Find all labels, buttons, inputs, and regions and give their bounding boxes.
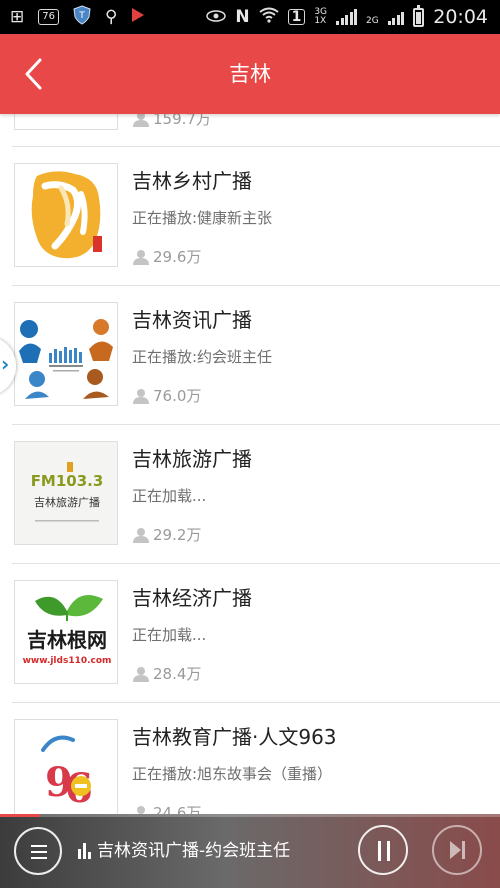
- now-playing-status: 正在播放:约会班主任: [132, 348, 273, 366]
- pause-button[interactable]: [358, 825, 408, 875]
- header-bar: 吉林: [0, 34, 500, 114]
- news-broadcast-logo: [15, 303, 117, 405]
- svg-text:FM103.3: FM103.3: [31, 472, 104, 490]
- economy-broadcast-logo: 吉林根网 www.jlds110.com: [15, 581, 117, 683]
- person-icon: [133, 527, 149, 543]
- svg-text:吉林根网: 吉林根网: [27, 628, 107, 652]
- status-bar: ⊞ 76 T ⚲ N 1 3G 1X 2G 20:04: [0, 0, 500, 34]
- station-logo: FM103.3 吉林旅游广播: [14, 441, 118, 545]
- station-list[interactable]: 159.7万 吉林乡村广播 正在播放:健康新主张 29.6万 吉林资讯广播 正在…: [0, 114, 500, 814]
- search-icon: ⚲: [104, 7, 118, 27]
- playlist-button[interactable]: [14, 827, 62, 875]
- page-title: 吉林: [229, 62, 271, 86]
- svg-text:T: T: [78, 11, 85, 21]
- shield-icon: T: [73, 5, 91, 29]
- equalizer-icon: [78, 843, 91, 859]
- listener-count: 24.6万: [132, 802, 201, 814]
- add-notification-icon: ⊞: [10, 7, 25, 27]
- chevron-right-icon: ›: [1, 352, 10, 376]
- station-logo: 吉林根网 www.jlds110.com: [14, 580, 118, 684]
- eye-icon: [206, 8, 227, 26]
- person-icon: [133, 114, 149, 127]
- station-title: 吉林乡村广播: [132, 169, 252, 193]
- person-icon: [133, 249, 149, 265]
- now-playing[interactable]: 吉林资讯广播-约会班主任: [78, 814, 290, 888]
- list-item[interactable]: 吉林资讯广播 正在播放:约会班主任 76.0万: [12, 285, 500, 424]
- skip-next-icon: [450, 841, 465, 859]
- station-logo: [14, 163, 118, 267]
- tourism-broadcast-logo: FM103.3 吉林旅游广播: [15, 442, 117, 544]
- battery-icon: [413, 4, 425, 27]
- station-logo: [14, 114, 118, 130]
- list-item-partial[interactable]: 159.7万: [12, 114, 500, 146]
- mini-player: 吉林资讯广播-约会班主任: [0, 814, 500, 888]
- wifi-icon: [258, 7, 279, 27]
- sim-badge: 1: [287, 9, 306, 25]
- list-item[interactable]: 吉林根网 www.jlds110.com 吉林经济广播 正在加载... 28.4…: [12, 563, 500, 702]
- network-type-2g: 2G: [366, 16, 379, 26]
- now-playing-status: 正在播放:健康新主张: [132, 209, 273, 227]
- person-icon: [137, 805, 145, 814]
- now-playing-status: 正在加载...: [132, 626, 207, 644]
- education-broadcast-logo: 9 6: [15, 720, 117, 814]
- network-type-label: 3G 1X: [314, 7, 328, 26]
- list-item[interactable]: 吉林乡村广播 正在播放:健康新主张 29.6万: [12, 146, 500, 285]
- list-item[interactable]: 9 6 吉林教育广播·人文963 正在播放:旭东故事会（重播） 24.6万: [12, 702, 500, 814]
- station-title: 吉林教育广播·人文963: [132, 725, 337, 749]
- clock: 20:04: [433, 6, 488, 28]
- listener-count: 29.6万: [132, 246, 201, 267]
- listener-count: 28.4万: [132, 663, 201, 684]
- person-icon: [133, 666, 149, 682]
- signal-icon-1: [336, 9, 358, 25]
- notification-badge: 76: [38, 9, 59, 25]
- now-playing-status: 正在播放:旭东故事会（重播）: [132, 765, 333, 783]
- rural-broadcast-logo: [15, 164, 117, 266]
- svg-text:www.jlds110.com: www.jlds110.com: [23, 656, 112, 666]
- next-button[interactable]: [432, 825, 482, 875]
- station-logo: [14, 302, 118, 406]
- station-title: 吉林经济广播: [132, 586, 252, 610]
- signal-icon-2: [387, 9, 405, 25]
- svg-text:吉林旅游广播: 吉林旅游广播: [34, 495, 100, 509]
- listener-count: 76.0万: [132, 385, 201, 406]
- listener-count: 29.2万: [132, 524, 201, 545]
- now-playing-label: 吉林资讯广播-约会班主任: [97, 841, 291, 861]
- nfc-icon: N: [235, 7, 250, 27]
- station-title: 吉林旅游广播: [132, 447, 252, 471]
- list-item[interactable]: FM103.3 吉林旅游广播 吉林旅游广播 正在加载... 29.2万: [12, 424, 500, 563]
- listener-count: 159.7万: [132, 114, 211, 129]
- station-title: 吉林资讯广播: [132, 308, 252, 332]
- person-icon: [133, 388, 149, 404]
- play-store-icon: [131, 7, 145, 27]
- station-logo: 9 6: [14, 719, 118, 814]
- playback-progress-fill: [0, 814, 40, 817]
- now-playing-status: 正在加载...: [132, 487, 207, 505]
